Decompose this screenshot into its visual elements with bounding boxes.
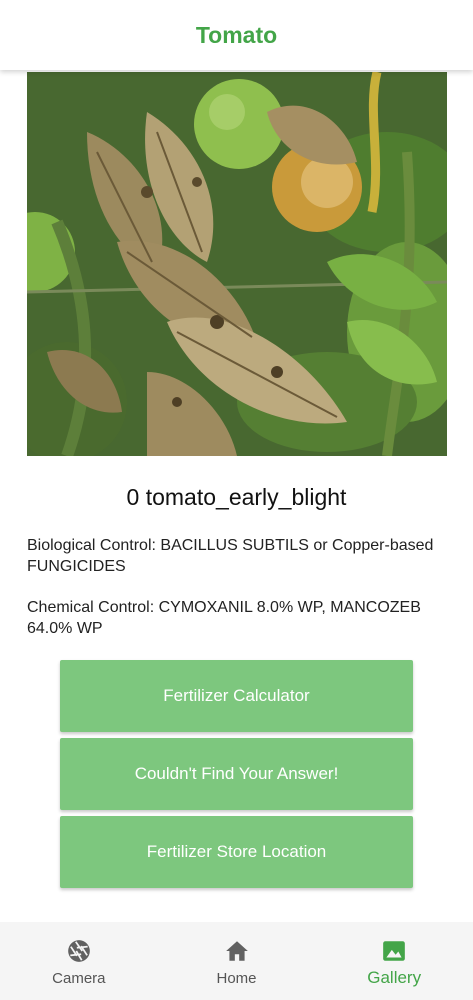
- couldnt-find-answer-button[interactable]: Couldn't Find Your Answer!: [60, 738, 413, 810]
- nav-camera[interactable]: Camera: [0, 922, 158, 1000]
- fertilizer-calculator-button[interactable]: Fertilizer Calculator: [60, 660, 413, 732]
- app-bar: Tomato: [0, 0, 473, 70]
- fertilizer-store-location-button[interactable]: Fertilizer Store Location: [60, 816, 413, 888]
- nav-gallery[interactable]: Gallery: [315, 922, 473, 1000]
- camera-aperture-icon: [67, 940, 90, 962]
- disease-name: 0 tomato_early_blight: [126, 484, 347, 510]
- nav-home-label: Home: [216, 970, 257, 987]
- nav-home[interactable]: Home: [158, 922, 316, 1000]
- image-icon: [383, 941, 406, 961]
- nav-gallery-label: Gallery: [367, 968, 422, 987]
- home-icon: [225, 941, 248, 961]
- biological-control-text: Biological Control: BACILLUS SUBTILS or …: [27, 537, 434, 575]
- bottom-navigation: Camera Home Gallery: [0, 922, 473, 1000]
- nav-camera-label: Camera: [52, 970, 106, 987]
- chemical-control-text: Chemical Control: CYMOXANIL 8.0% WP, MAN…: [27, 599, 421, 637]
- tomato-leaf-photo: [27, 72, 447, 456]
- page-title: Tomato: [195, 21, 278, 48]
- app-screen: Tomato 0 tomato_early_blight Biological …: [0, 0, 473, 1000]
